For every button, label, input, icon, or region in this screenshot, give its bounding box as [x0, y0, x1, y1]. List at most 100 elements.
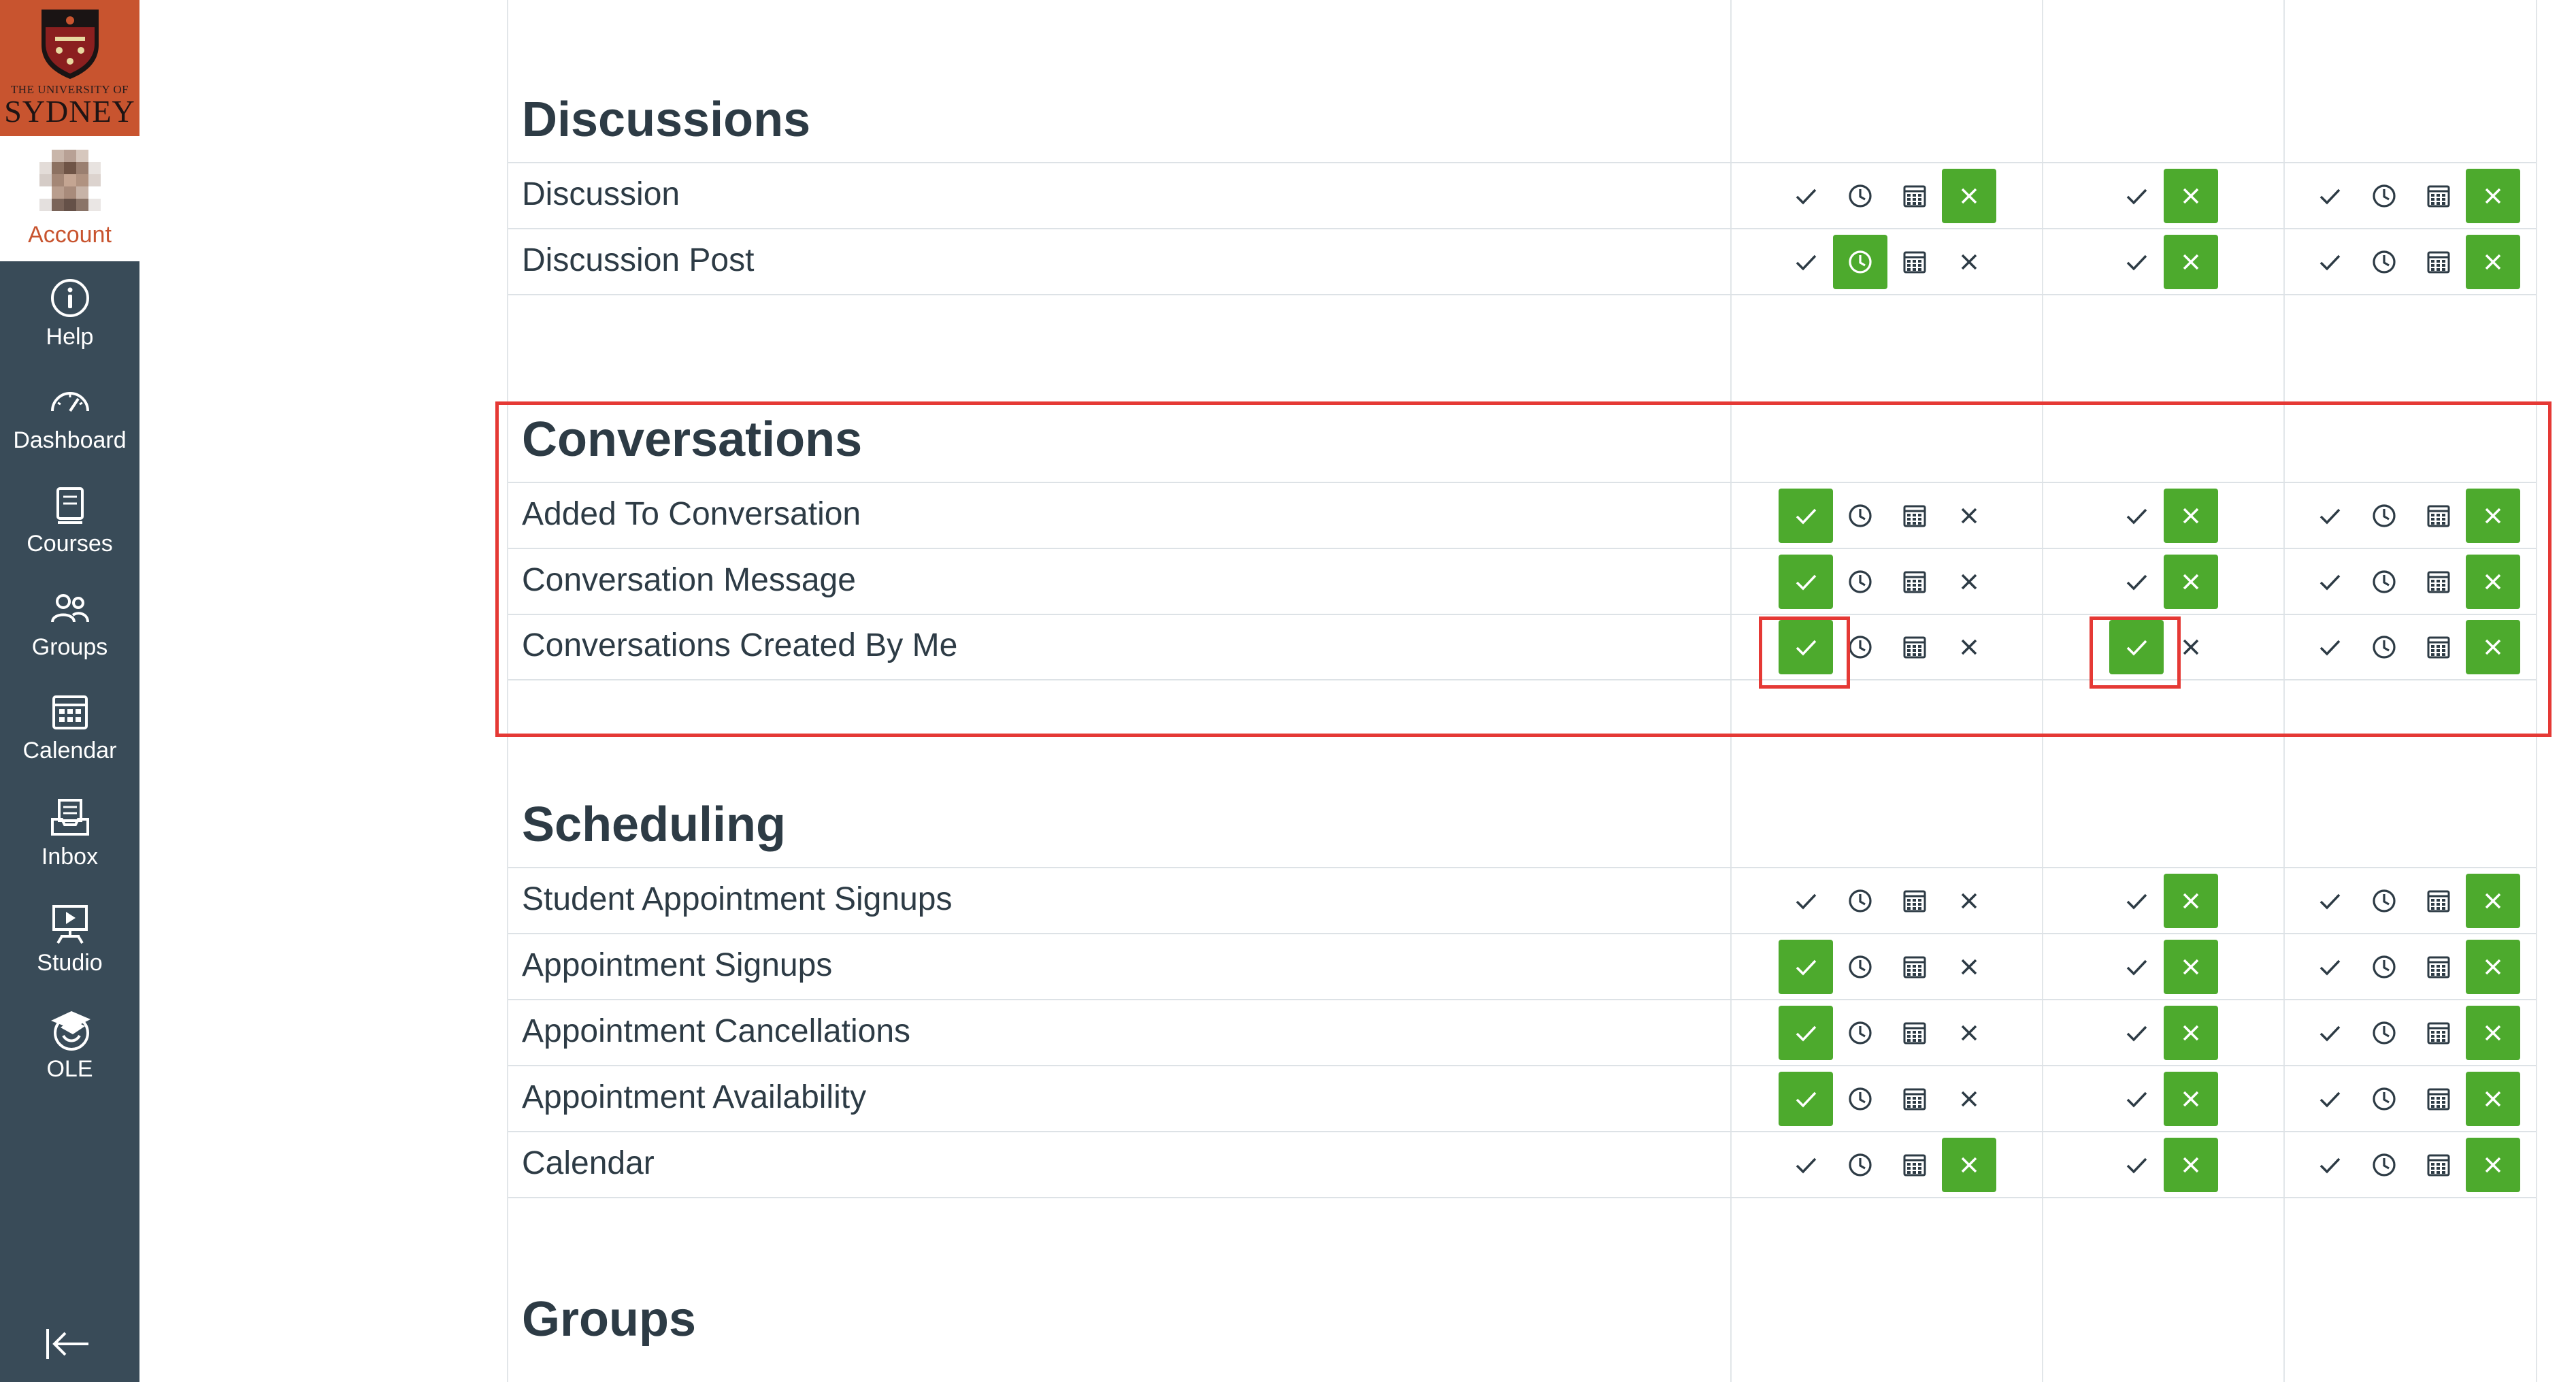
option-check[interactable] [2302, 874, 2357, 928]
option-check[interactable] [1779, 235, 1833, 289]
checkmark-icon [1796, 1157, 1817, 1174]
option-clock[interactable] [1833, 1006, 1887, 1060]
nav-label-studio: Studio [37, 949, 103, 976]
nav-item-courses[interactable]: Courses [0, 469, 139, 571]
nav-item-dashboard[interactable]: Dashboard [0, 365, 139, 467]
option-close-selected[interactable] [2164, 235, 2218, 289]
option-check[interactable] [2302, 235, 2357, 289]
option-check[interactable] [1779, 1138, 1833, 1192]
nav-item-help[interactable]: Help [0, 262, 139, 364]
option-close-selected[interactable] [2164, 169, 2218, 223]
option-close-selected[interactable] [2466, 1138, 2520, 1192]
option-close-selected[interactable] [2164, 1138, 2218, 1192]
option-clock[interactable] [1833, 1072, 1887, 1126]
option-clock[interactable] [2357, 1072, 2411, 1126]
option-clock[interactable] [2357, 1006, 2411, 1060]
option-close[interactable] [1942, 1006, 1996, 1060]
row-label: Appointment Availability [522, 1079, 867, 1115]
clock-icon [1849, 1153, 1872, 1177]
option-check[interactable] [2302, 1072, 2357, 1126]
option-check-selected[interactable] [1779, 1072, 1833, 1126]
option-check[interactable] [2109, 874, 2164, 928]
option-calendar[interactable] [1887, 235, 1942, 289]
option-close[interactable] [1942, 235, 1996, 289]
option-calendar[interactable] [1887, 940, 1942, 994]
global-navigation: THE UNIVERSITY OF SYDNEY Account Help Da… [0, 0, 139, 1382]
option-calendar[interactable] [2411, 1138, 2466, 1192]
option-calendar[interactable] [1887, 874, 1942, 928]
nav-item-inbox[interactable]: Inbox [0, 782, 139, 884]
option-calendar[interactable] [1887, 1138, 1942, 1192]
option-check[interactable] [2109, 235, 2164, 289]
nav-item-calendar[interactable]: Calendar [0, 676, 139, 778]
checkmark-icon [1796, 893, 1817, 910]
option-check[interactable] [2109, 169, 2164, 223]
option-check[interactable] [2109, 940, 2164, 994]
option-clock[interactable] [1833, 874, 1887, 928]
option-clock-selected[interactable] [1833, 235, 1887, 289]
option-check[interactable] [2302, 1138, 2357, 1192]
nav-item-groups[interactable]: Groups [0, 572, 139, 674]
option-check[interactable] [2109, 1072, 2164, 1126]
close-icon [1961, 1025, 1977, 1041]
option-clock[interactable] [2357, 940, 2411, 994]
collapse-nav-icon[interactable] [41, 1323, 95, 1364]
option-check[interactable] [2109, 1138, 2164, 1192]
row-divider [508, 1197, 2536, 1198]
option-clock[interactable] [2357, 169, 2411, 223]
checkmark-icon [2319, 254, 2341, 271]
option-check[interactable] [2109, 1006, 2164, 1060]
option-clock[interactable] [2357, 1138, 2411, 1192]
option-close-selected[interactable] [2466, 235, 2520, 289]
option-calendar[interactable] [1887, 1072, 1942, 1126]
option-close-selected[interactable] [2164, 940, 2218, 994]
option-close-selected[interactable] [2164, 1072, 2218, 1126]
nav-label-inbox: Inbox [41, 843, 99, 870]
option-calendar[interactable] [1887, 169, 1942, 223]
option-calendar[interactable] [2411, 874, 2466, 928]
option-close-selected[interactable] [2466, 874, 2520, 928]
option-check[interactable] [2302, 1006, 2357, 1060]
option-close-selected[interactable] [2164, 874, 2218, 928]
option-calendar[interactable] [2411, 169, 2466, 223]
nav-item-studio[interactable]: Studio [0, 888, 139, 990]
option-check[interactable] [2302, 169, 2357, 223]
option-clock[interactable] [2357, 874, 2411, 928]
option-close-selected[interactable] [2164, 1006, 2218, 1060]
nav-account[interactable]: Account [0, 136, 139, 261]
option-check[interactable] [2302, 940, 2357, 994]
option-calendar[interactable] [2411, 1006, 2466, 1060]
close-icon [1961, 254, 1977, 270]
option-close[interactable] [1942, 874, 1996, 928]
option-close-selected[interactable] [1942, 1138, 1996, 1192]
option-check-selected[interactable] [1779, 1006, 1833, 1060]
clock-icon [2373, 955, 2396, 978]
clock-icon [1849, 889, 1872, 912]
option-close-selected[interactable] [2466, 169, 2520, 223]
option-clock[interactable] [1833, 940, 1887, 994]
option-close-selected[interactable] [2466, 940, 2520, 994]
option-close-selected[interactable] [1942, 169, 1996, 223]
option-close[interactable] [1942, 940, 1996, 994]
university-logo[interactable]: THE UNIVERSITY OF SYDNEY [0, 0, 139, 136]
nav-item-ole[interactable]: OLE [0, 994, 139, 1096]
option-clock[interactable] [2357, 235, 2411, 289]
inbox-icon [50, 798, 89, 836]
option-close-selected[interactable] [2466, 1072, 2520, 1126]
option-calendar[interactable] [1887, 1006, 1942, 1060]
nav-label-dashboard: Dashboard [13, 427, 127, 453]
clock-icon [1849, 1087, 1872, 1110]
row-label: Appointment Signups [522, 947, 833, 983]
option-check[interactable] [1779, 874, 1833, 928]
option-clock[interactable] [1833, 1138, 1887, 1192]
option-calendar[interactable] [2411, 235, 2466, 289]
option-close-selected[interactable] [2466, 1006, 2520, 1060]
checkmark-icon [2319, 188, 2341, 205]
option-close[interactable] [1942, 1072, 1996, 1126]
clock-icon [2373, 1153, 2396, 1177]
option-calendar[interactable] [2411, 1072, 2466, 1126]
option-check-selected[interactable] [1779, 940, 1833, 994]
option-calendar[interactable] [2411, 940, 2466, 994]
option-clock[interactable] [1833, 169, 1887, 223]
option-check[interactable] [1779, 169, 1833, 223]
